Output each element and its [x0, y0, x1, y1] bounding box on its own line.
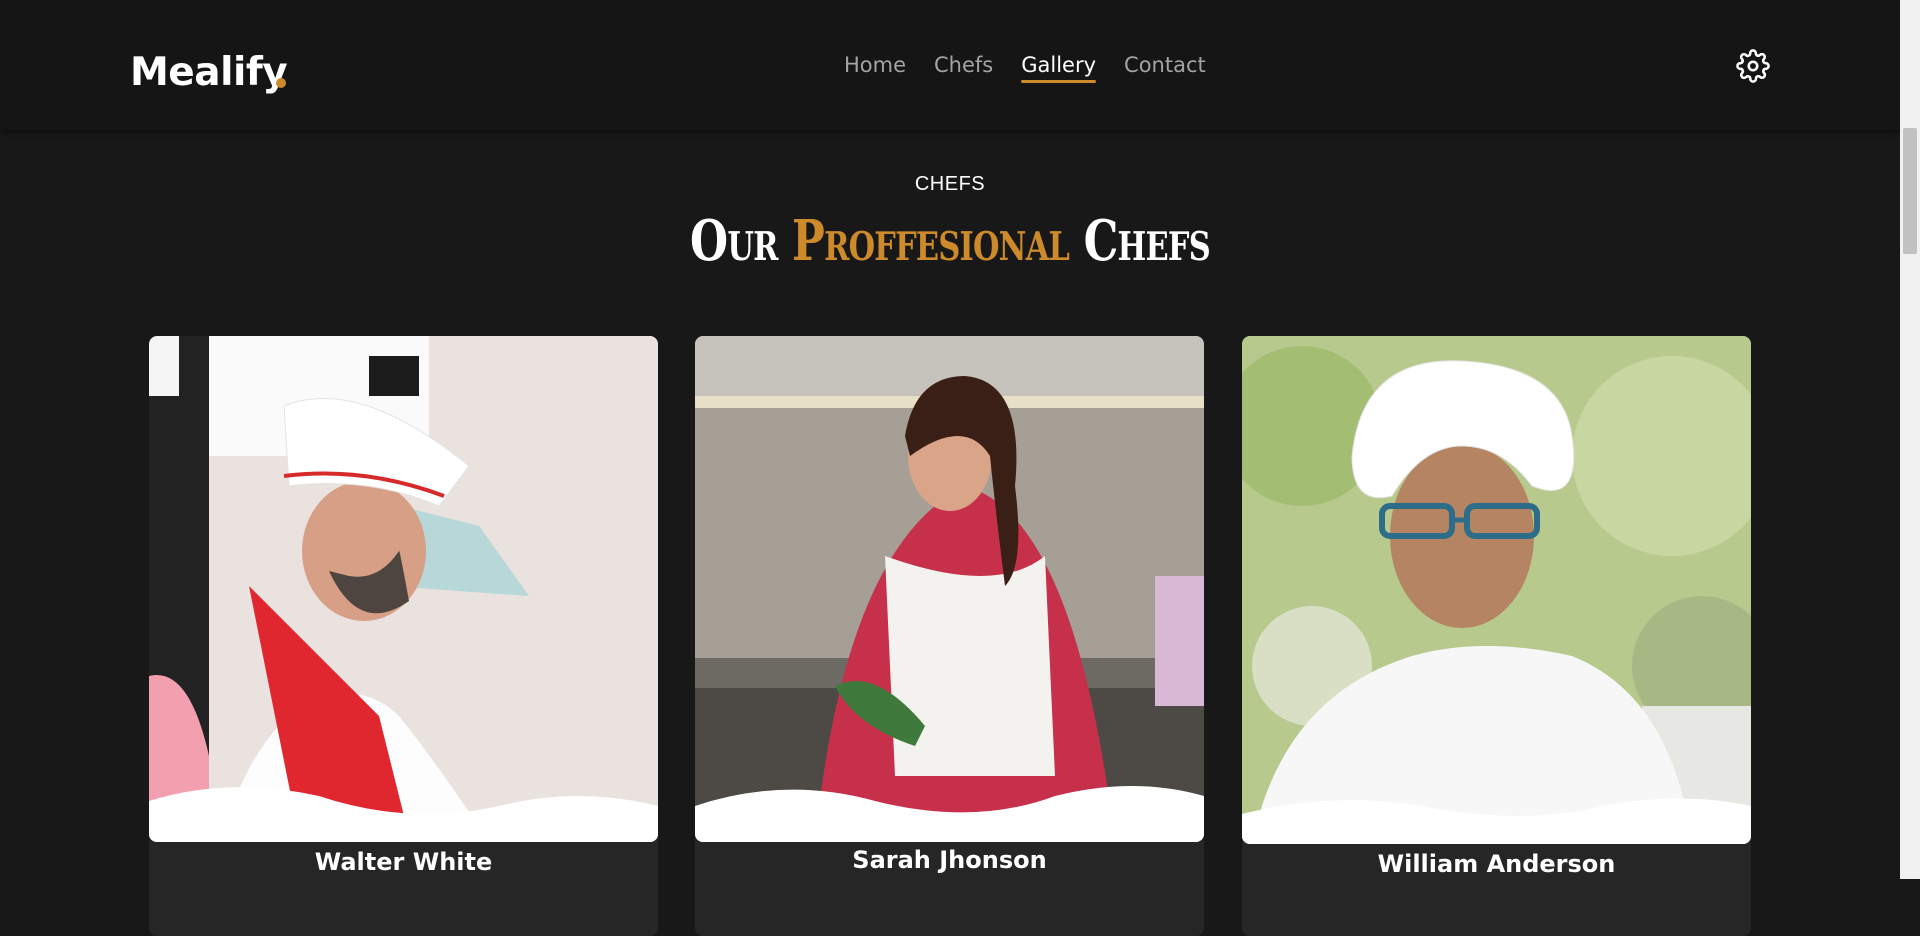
- chef-card[interactable]: Walter White: [149, 336, 658, 936]
- nav-link-home[interactable]: Home: [844, 53, 906, 83]
- section-heading: Our Proffesional Chefs: [209, 208, 1691, 274]
- chef-card[interactable]: Sarah Jhonson: [695, 336, 1204, 936]
- brand-logo-dot: [276, 78, 286, 88]
- chef-photo: [695, 336, 1204, 842]
- section-eyebrow: CHEFS: [914, 173, 986, 195]
- navbar: Mealify Home Chefs Gallery Contact: [0, 0, 1900, 130]
- page-scrollbar[interactable]: [1900, 0, 1920, 879]
- main-nav: Home Chefs Gallery Contact: [844, 53, 1206, 83]
- nav-link-gallery[interactable]: Gallery: [1021, 53, 1096, 83]
- chef-name: William Anderson: [1377, 850, 1616, 878]
- heading-part2: Chefs: [1083, 208, 1211, 274]
- nav-link-contact[interactable]: Contact: [1124, 53, 1206, 83]
- gear-icon: [1736, 49, 1770, 83]
- heading-part1: Our: [690, 208, 778, 274]
- settings-button[interactable]: [1735, 48, 1771, 84]
- scrollbar-thumb[interactable]: [1903, 128, 1917, 254]
- brand-logo[interactable]: Mealify: [130, 50, 288, 95]
- chef-name: Walter White: [314, 848, 493, 876]
- nav-link-chefs[interactable]: Chefs: [934, 53, 993, 83]
- chef-photo: [1242, 336, 1751, 844]
- heading-accent: Proffesional: [792, 208, 1070, 274]
- chef-photo: [149, 336, 658, 842]
- chef-name: Sarah Jhonson: [852, 846, 1047, 874]
- chef-card[interactable]: William Anderson: [1242, 336, 1751, 936]
